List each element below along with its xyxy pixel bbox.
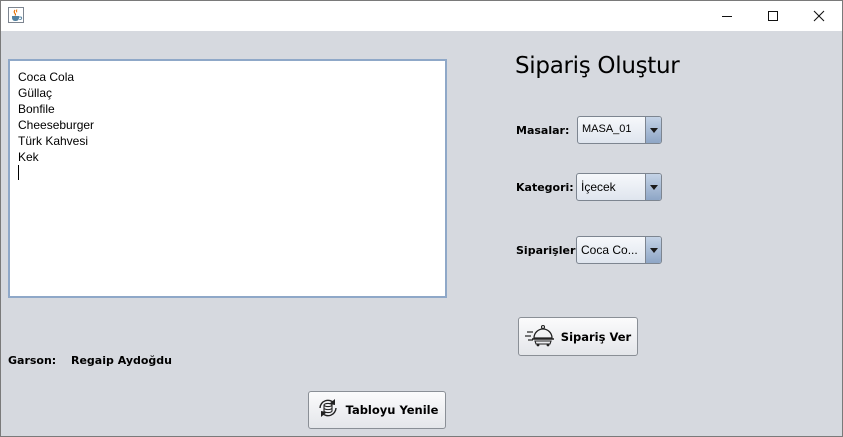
waiter-label: Garson: xyxy=(8,354,57,367)
masalar-select[interactable]: MASA_01 xyxy=(577,116,662,144)
waiter-name: Regaip Aydoğdu xyxy=(71,354,173,367)
title-bar xyxy=(1,1,842,31)
order-item: Cheeseburger xyxy=(18,118,95,132)
order-item: Güllaç xyxy=(18,86,53,100)
order-item: Bonfile xyxy=(18,102,55,116)
maximize-button[interactable] xyxy=(750,1,796,31)
order-item: Kek xyxy=(18,150,39,164)
masalar-value: MASA_01 xyxy=(582,123,632,135)
minimize-button[interactable] xyxy=(704,1,750,31)
refresh-table-button[interactable]: Tabloyu Yenile xyxy=(308,391,446,429)
order-item: Türk Kahvesi xyxy=(18,134,89,148)
java-coffee-icon xyxy=(8,7,24,23)
orders-list: Coca Cola Güllaç Bonfile Cheeseburger Tü… xyxy=(10,61,445,165)
chevron-down-icon[interactable] xyxy=(645,117,661,143)
text-caret xyxy=(18,165,19,180)
food-delivery-icon xyxy=(524,323,555,351)
siparisler-label: Siparişler: xyxy=(516,244,580,257)
order-item: Coca Cola xyxy=(18,70,75,84)
main-panel: Coca Cola Güllaç Bonfile Cheeseburger Tü… xyxy=(1,31,842,436)
minimize-icon xyxy=(722,16,732,17)
refresh-table-button-label: Tabloyu Yenile xyxy=(345,403,439,417)
database-refresh-icon xyxy=(316,396,340,424)
kategori-value: İçecek xyxy=(581,180,616,194)
chevron-down-icon[interactable] xyxy=(645,174,661,200)
kategori-select[interactable]: İçecek xyxy=(576,173,662,201)
chevron-down-icon[interactable] xyxy=(645,237,661,263)
order-button[interactable]: Sipariş Ver xyxy=(518,317,638,356)
form-title: Sipariş Oluştur xyxy=(515,53,680,79)
app-window: Coca Cola Güllaç Bonfile Cheeseburger Tü… xyxy=(0,0,843,437)
close-icon xyxy=(813,10,825,22)
siparisler-value: Coca Co... xyxy=(581,243,638,257)
kategori-label: Kategori: xyxy=(516,181,574,194)
close-button[interactable] xyxy=(796,1,842,31)
masalar-label: Masalar: xyxy=(516,124,570,137)
siparisler-select[interactable]: Coca Co... xyxy=(576,236,662,264)
orders-text-area[interactable]: Coca Cola Güllaç Bonfile Cheeseburger Tü… xyxy=(8,59,447,298)
order-button-label: Sipariş Ver xyxy=(560,329,632,344)
maximize-icon xyxy=(768,11,778,21)
